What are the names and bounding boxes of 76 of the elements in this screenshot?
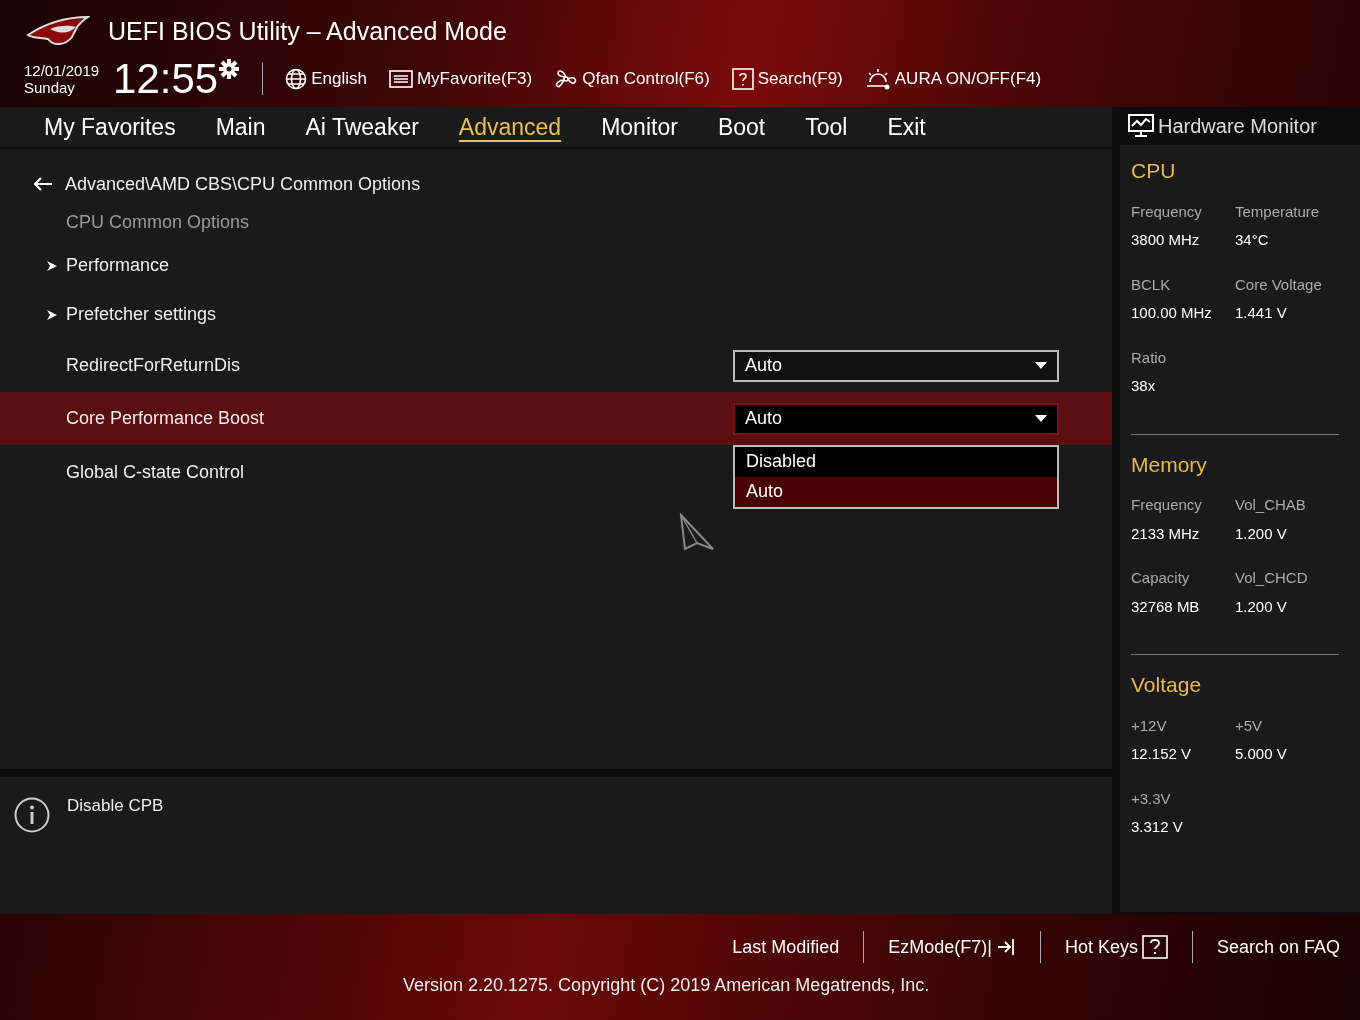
chevron-icon [46,259,58,272]
toolbar-button[interactable]: MyFavorite(F3) [388,66,533,92]
caret-icon [1035,362,1047,369]
setting-label: Global C-state Control [66,460,245,484]
mouse-pointer-icon [679,513,715,551]
light-icon [864,68,891,90]
back-arrow-icon[interactable] [33,176,53,192]
reading-value: 32768 MB [1131,596,1201,617]
reading-value: 3800 MHz [1131,230,1201,250]
chevron-icon [46,308,58,321]
menu-tab[interactable]: Exit [867,109,946,145]
breadcrumb-text: Advanced\AMD CBS\CPU Common Options [65,172,421,196]
reading-value: 3.312 V [1131,817,1184,837]
info-icon [14,797,50,833]
date-text: 12/01/2019 [24,61,100,79]
dropdown-option[interactable]: Auto [735,476,1057,507]
reading-label: BCLK [1131,274,1172,295]
day-text: Sunday [24,79,76,97]
reading-value: 1.441 V [1235,303,1288,323]
reading-value: 1.200 V [1235,596,1288,617]
reading-value: 100.00 MHz [1131,303,1213,323]
submenu-link[interactable]: Performance [66,252,170,279]
menu-tab[interactable]: Advanced [438,109,582,145]
footer-button[interactable]: Last Modified [720,933,852,961]
globe-icon [285,68,308,90]
toolbar-button[interactable]: Qfan Control(F6) [554,66,710,92]
setting-label: Core Performance Boost [66,407,265,430]
footer-button[interactable]: EzMode(F7)| [876,933,1028,961]
version-text: Version 2.20.1275. Copyright (C) 2019 American Megatrends, Inc. [403,974,930,997]
clock-text: 12:55 [113,58,219,100]
exit-icon [995,937,1016,957]
menu-tab[interactable]: Boot [697,109,786,145]
reading-label: +5V [1235,715,1264,736]
caret-icon [1035,415,1047,422]
reading-label: Ratio [1131,347,1168,368]
dropdown-field[interactable]: Auto [733,402,1059,435]
monitor-icon [1128,114,1154,138]
settings-icon[interactable] [218,58,241,80]
menu-tab[interactable]: Monitor [581,109,698,145]
toolbar-button[interactable]: AURA ON/OFF(F4) [864,66,1042,92]
section-heading: CPU Common Options [66,210,250,234]
menu-tab[interactable]: My Favorites [24,109,196,145]
setting-label: RedirectForReturnDis [66,354,241,377]
section-title: Memory [1131,451,1208,478]
list-icon [388,69,413,89]
reading-value: 5.000 V [1235,744,1288,764]
reading-label: Core Voltage [1235,274,1323,295]
question-icon [1141,935,1168,959]
reading-label: Frequency [1131,201,1203,222]
reading-value: 38x [1131,376,1157,396]
help-text: Disable CPB [67,795,164,817]
reading-label: +3.3V [1131,788,1172,809]
question-icon [731,68,754,90]
reading-label: Frequency [1131,495,1203,515]
menu-tab[interactable]: Ai Tweaker [285,109,439,145]
dropdown-field[interactable]: Auto [733,349,1059,382]
reading-value: 2133 MHz [1131,523,1201,544]
window-title: UEFI BIOS Utility – Advanced Mode [108,16,507,48]
submenu-link[interactable]: Prefetcher settings [66,301,217,328]
reading-value: 12.152 V [1131,744,1193,764]
panel-title: Hardware Monitor [1158,114,1317,139]
menu-tab[interactable]: Main [195,109,286,145]
reading-label: Temperature [1235,201,1321,222]
footer-button[interactable]: Search on FAQ [1204,933,1352,961]
reading-value: 1.200 V [1235,523,1288,544]
section-title: CPU [1131,158,1177,184]
reading-value: 34°C [1235,230,1270,250]
reading-label: +12V [1131,715,1168,736]
toolbar-button[interactable]: Search(F9) [731,66,843,92]
reading-label: Vol_CHCD [1235,568,1309,588]
reading-label: Vol_CHAB [1235,495,1307,515]
footer-button[interactable]: Hot Keys [1052,933,1180,961]
reading-label: Capacity [1131,568,1191,588]
menu-tab[interactable]: Tool [785,109,868,145]
section-title: Voltage [1131,672,1203,698]
toolbar-button[interactable]: English [285,66,367,92]
